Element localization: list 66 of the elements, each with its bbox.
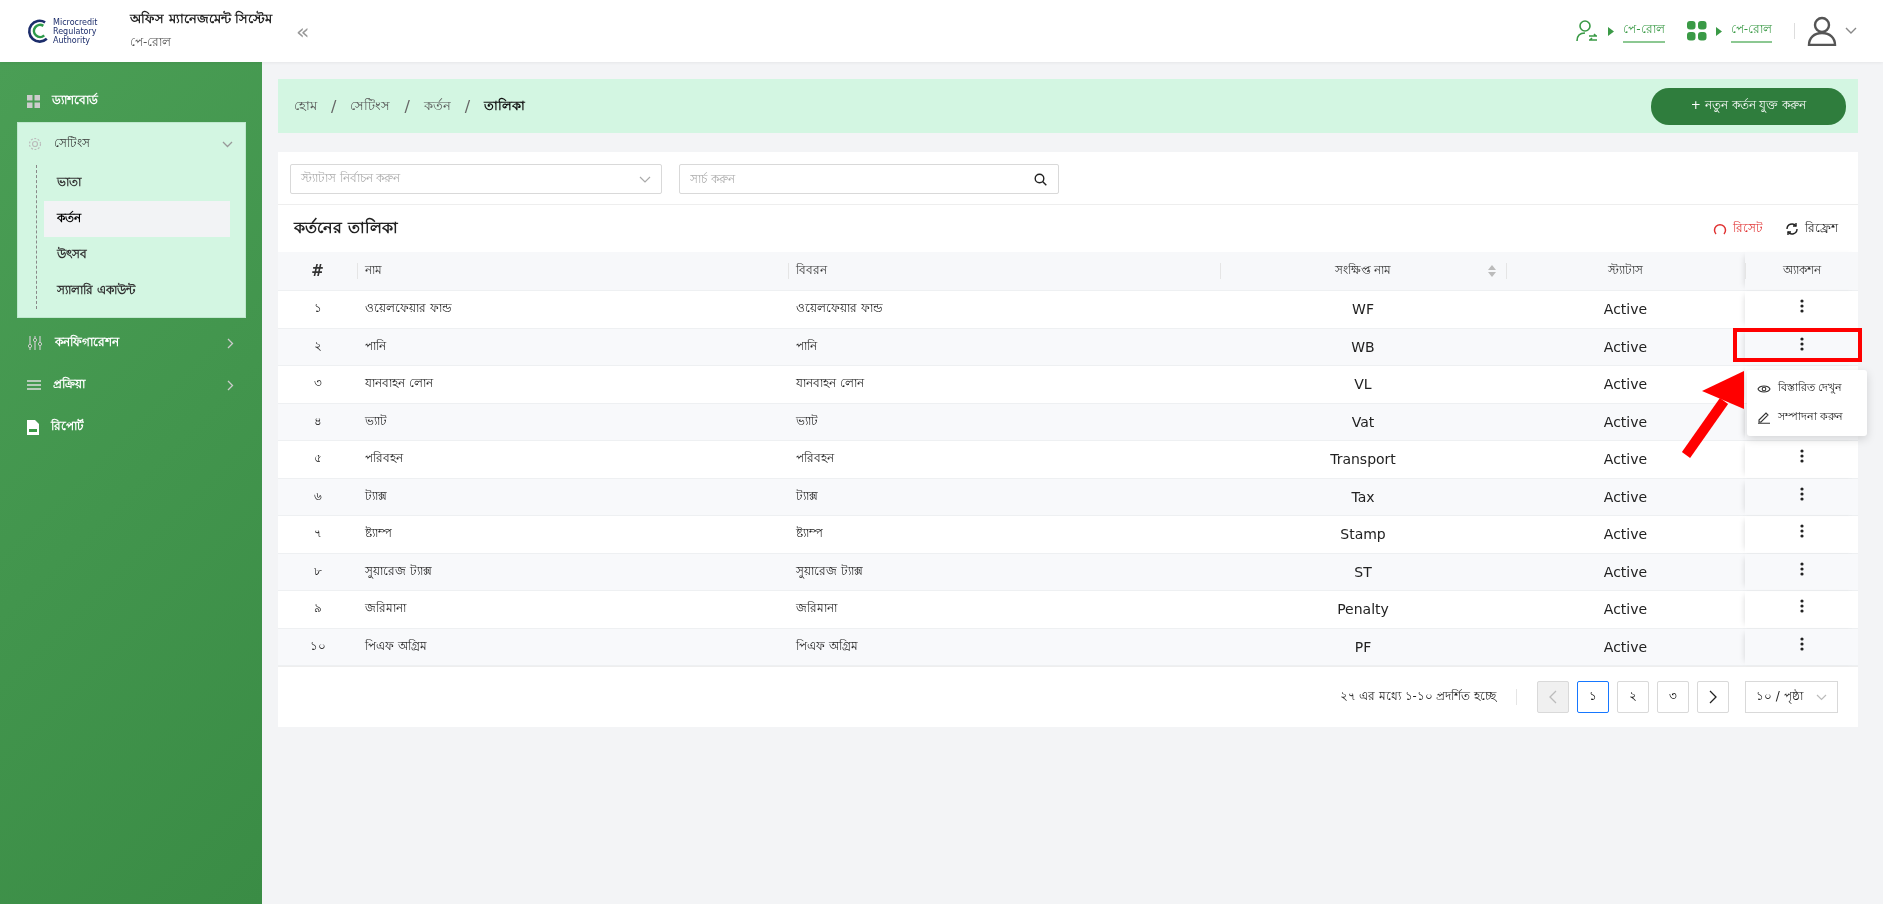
logo-text: Authority bbox=[53, 35, 91, 45]
column-header: অ্যাকশন bbox=[1745, 252, 1858, 290]
table-cell-text: Active bbox=[1602, 375, 1649, 395]
table-cell-text: Penalty bbox=[1336, 600, 1390, 620]
table-cell-text: সুয়ারেজ ট্যাক্স bbox=[364, 562, 433, 581]
table-cell-text: ষ্ট্যাম্প bbox=[364, 525, 393, 543]
column-header: স্ট্যাটাস bbox=[1506, 252, 1745, 290]
table-cell-text: যানবাহন লোন bbox=[795, 375, 866, 393]
table-cell-text: ষ্ট্যাম্প bbox=[795, 525, 824, 543]
table-cell-text: ৬ bbox=[312, 487, 323, 505]
table-cell-text: Active bbox=[1602, 637, 1649, 657]
breadcrumb-separator: / bbox=[331, 96, 337, 116]
table-cell-text: PF bbox=[1353, 637, 1373, 657]
table-cell-text: ৯ bbox=[312, 600, 323, 618]
table-cell-text: ২ bbox=[312, 337, 323, 355]
table-cell-text: Transport bbox=[1329, 450, 1397, 470]
column-header: নাম bbox=[357, 252, 788, 290]
table-cell-text: Active bbox=[1602, 562, 1649, 582]
column-header: # bbox=[310, 261, 325, 282]
logo-text: Microcredit bbox=[53, 17, 98, 27]
table-cell-text: ওয়েলফেয়ার ফান্ড bbox=[795, 300, 884, 318]
table-cell-text: ১০ bbox=[308, 637, 327, 655]
table-title: কর্তনের তালিকা bbox=[294, 216, 398, 239]
table-cell-text: ওয়েলফেয়ার ফান্ড bbox=[364, 300, 453, 318]
pagination-info: ২৭ এর মধ্যে ১-১০ প্রদর্শিত হচ্ছে bbox=[1339, 687, 1496, 705]
table-cell-text: Active bbox=[1602, 600, 1649, 620]
table-cell-text: ৪ bbox=[312, 412, 323, 430]
table-cell-text: Active bbox=[1602, 525, 1649, 545]
table-cell-text: ট্যাক্স bbox=[795, 487, 819, 505]
table-cell-text: জরিমানা bbox=[795, 600, 839, 618]
table-cell-text: Vat bbox=[1350, 412, 1376, 432]
table-cell-text: Active bbox=[1602, 487, 1649, 507]
table-cell-text: ST bbox=[1353, 562, 1373, 582]
table-cell-text: ৩ bbox=[312, 375, 323, 393]
table-cell-text: Active bbox=[1602, 337, 1649, 357]
table-cell-text: পানি bbox=[364, 337, 388, 355]
app-title: অফিস ম্যানেজমেন্ট সিস্টেম bbox=[130, 9, 273, 28]
table-cell-text: পিএফ অগ্রিম bbox=[364, 637, 428, 655]
table-cell-text: ভ্যাট bbox=[795, 412, 819, 430]
logo-text: Regulatory bbox=[53, 26, 98, 36]
table-cell-text: পরিবহন bbox=[364, 450, 405, 468]
table-cell-text: পানি bbox=[795, 337, 819, 355]
table-cell-text: যানবাহন লোন bbox=[364, 375, 435, 393]
table-cell-text: Active bbox=[1602, 450, 1649, 470]
breadcrumb-item: তালিকা bbox=[484, 96, 526, 115]
table-cell-text: Stamp bbox=[1339, 525, 1387, 545]
breadcrumb-separator: / bbox=[464, 96, 471, 116]
table-cell-text: Tax bbox=[1350, 487, 1376, 507]
app-subtitle: পে-রোল bbox=[130, 34, 173, 51]
table-cell-text: সুয়ারেজ ট্যাক্স bbox=[795, 562, 864, 581]
table-cell-text: ৫ bbox=[312, 450, 323, 468]
column-header: বিবরন bbox=[788, 252, 1220, 290]
table-cell-text: Active bbox=[1602, 412, 1649, 432]
table-cell-text: VL bbox=[1353, 375, 1373, 395]
table-cell-text: জরিমানা bbox=[364, 600, 408, 618]
table-cell-text: ১ bbox=[312, 300, 323, 318]
table-cell-text: WF bbox=[1351, 300, 1375, 320]
table-cell-text: WB bbox=[1350, 337, 1376, 357]
table-cell-text: ৮ bbox=[312, 562, 323, 580]
breadcrumb-separator: / bbox=[404, 96, 410, 116]
table-cell-text: পিএফ অগ্রিম bbox=[795, 637, 859, 655]
table-cell-text: ট্যাক্স bbox=[364, 487, 388, 505]
table-cell-text: Active bbox=[1602, 300, 1649, 320]
table-cell-text: ভ্যাট bbox=[364, 412, 388, 430]
table-cell-text: পরিবহন bbox=[795, 450, 836, 468]
table-cell-text: ৭ bbox=[312, 525, 323, 543]
